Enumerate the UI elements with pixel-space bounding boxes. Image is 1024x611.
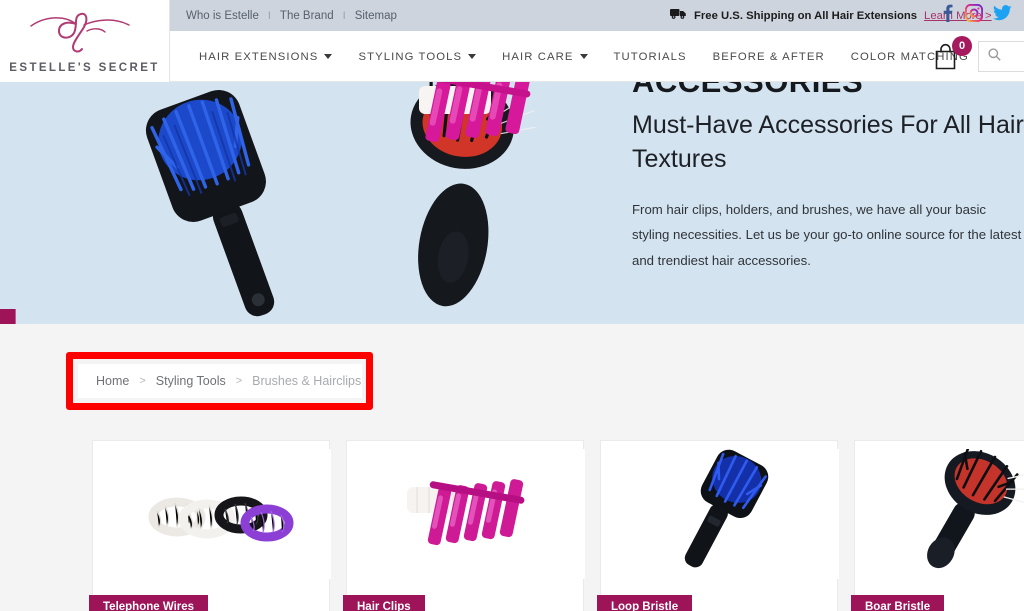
product-card-hair-clips[interactable]: Hair Clips [343,440,585,611]
cart-count-badge: 0 [952,36,972,56]
nav-item-tutorials[interactable]: TUTORIALS [601,51,700,63]
shipping-text: Free U.S. Shipping on All Hair Extension… [694,9,918,22]
main-header: ESTELLE'S SECRET HAIR EXTENSIONS STYLING… [0,0,1024,82]
hero-banner: ACCESSORIES Must-Have Accessories For Al… [0,82,1024,324]
utility-links: Who is Estelle I The Brand I Sitemap [170,10,397,22]
instagram-icon[interactable] [964,3,984,27]
utility-separator-1: I [267,9,271,22]
search-icon [988,47,1001,66]
chevron-down-icon [468,54,477,59]
utility-link-sitemap[interactable]: Sitemap [355,10,397,22]
page-root: Who is Estelle I The Brand I Sitemap Fre… [0,0,1024,611]
utility-link-who-is-estelle[interactable]: Who is Estelle [186,10,259,22]
cart-button[interactable]: 0 [934,36,972,75]
product-label-loop-bristle[interactable]: Loop Bristle [597,595,693,611]
product-card-telephone-wires[interactable]: Telephone Wires [89,440,331,611]
breadcrumb: Home > Styling Tools > Brushes & Haircli… [78,364,362,398]
nav-item-before-after[interactable]: BEFORE & AFTER [700,51,838,63]
shopping-bag-icon [934,43,961,75]
product-card-loop-bristle[interactable]: Loop Bristle [597,440,839,611]
hero-kicker: ACCESSORIES [632,82,1024,97]
nav-item-hair-extensions[interactable]: HAIR EXTENSIONS [186,51,345,63]
nav-label-tutorials: TUTORIALS [613,50,687,63]
hero-title: Must-Have Accessories For All Hair Textu… [632,111,1024,173]
search-input[interactable] [978,41,1024,72]
breadcrumb-item-styling-tools[interactable]: Styling Tools [156,374,226,388]
breadcrumb-arrow-1: > [139,375,146,387]
breadcrumb-item-current: Brushes & Hairclips [252,374,362,388]
chevron-down-icon [324,54,333,59]
truck-icon [670,7,687,25]
product-label-hair-clips[interactable]: Hair Clips [343,595,425,611]
site-logo[interactable]: ESTELLE'S SECRET [0,0,170,82]
nav-item-styling-tools[interactable]: STYLING TOOLS [345,51,489,63]
breadcrumb-arrow-2: > [235,375,243,387]
hero-product-photo [95,82,615,324]
telephone-wires-image [93,449,331,579]
boar-bristle-image [855,445,1024,579]
logo-wordmark: ESTELLE'S SECRET [9,61,160,74]
nav-label-hair-care: HAIR CARE [502,50,574,63]
nav-label-before-after: BEFORE & AFTER [712,50,825,63]
hair-clips-image [347,449,585,579]
topbar-content: Who is Estelle I The Brand I Sitemap Fre… [170,0,1024,31]
nav-label-styling-tools: STYLING TOOLS [358,50,463,63]
twitter-icon[interactable] [993,5,1012,26]
nav-label-hair-extensions: HAIR EXTENSIONS [199,50,319,63]
product-label-boar-bristle[interactable]: Boar Bristle [851,595,945,611]
product-label-telephone-wires[interactable]: Telephone Wires [89,595,209,611]
chevron-down-icon [579,54,588,59]
loop-bristle-image [601,449,839,579]
nav-item-hair-care[interactable]: HAIR CARE [489,51,600,63]
facebook-icon[interactable] [939,4,955,27]
social-icons [939,0,1012,31]
hero-copy: ACCESSORIES Must-Have Accessories For Al… [632,82,1024,273]
utility-link-the-brand[interactable]: The Brand [280,10,334,22]
hero-description: From hair clips, holders, and brushes, w… [632,202,1022,268]
primary-navigation: HAIR EXTENSIONS STYLING TOOLS HAIR CARE … [186,31,1024,82]
product-card-boar-bristle[interactable]: Boar Bristle [851,440,1024,611]
es-monogram-icon [21,9,149,60]
utility-separator-2: I [342,9,346,22]
product-grid: Telephone Wires Hair Clips Loop Bristle … [0,412,1024,611]
side-tab-handle[interactable] [0,309,16,324]
breadcrumb-item-home[interactable]: Home [96,374,129,388]
